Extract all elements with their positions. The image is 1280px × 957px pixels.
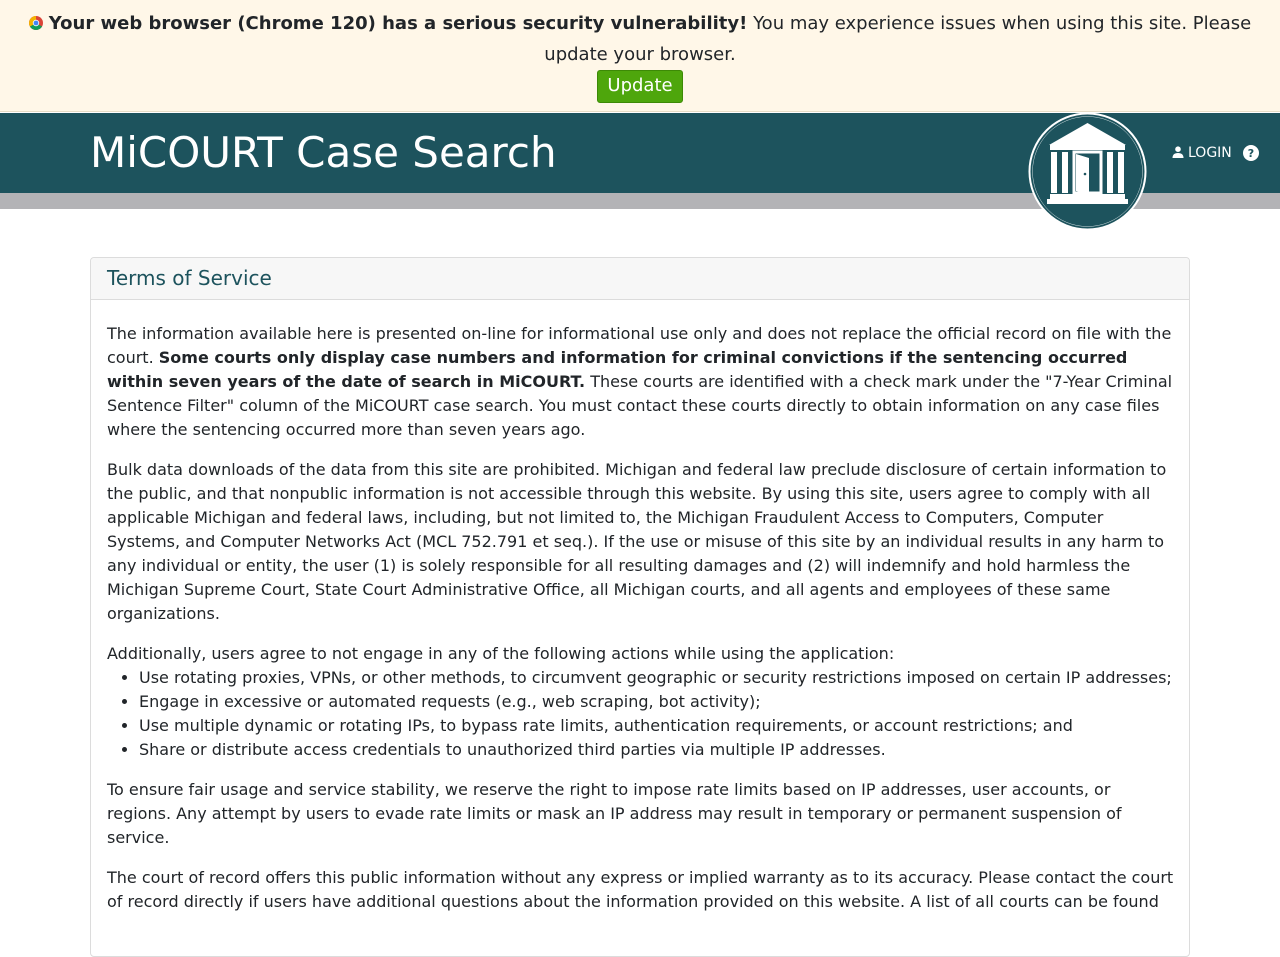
login-link[interactable]: LOGIN bbox=[1172, 143, 1232, 163]
list-item: Use rotating proxies, VPNs, or other met… bbox=[139, 666, 1177, 690]
terms-paragraph-4: To ensure fair usage and service stabili… bbox=[107, 780, 1122, 847]
site-title: MiCOURT Case Search bbox=[90, 128, 557, 177]
svg-text:?: ? bbox=[1248, 147, 1254, 160]
terms-paragraph-5: The court of record offers this public i… bbox=[107, 868, 1174, 911]
terms-card: Terms of Service The information availab… bbox=[90, 257, 1190, 957]
warning-text: You may experience issues when using thi… bbox=[747, 13, 1252, 34]
update-browser-button[interactable]: Update bbox=[597, 70, 683, 103]
terms-title: Terms of Service bbox=[107, 266, 272, 290]
terms-paragraph-2: Bulk data downloads of the data from thi… bbox=[107, 460, 1167, 623]
chrome-icon bbox=[28, 9, 43, 30]
warning-bold-text: Your web browser (Chrome 120) has a seri… bbox=[48, 13, 748, 34]
list-item: Use multiple dynamic or rotating IPs, to… bbox=[139, 714, 1177, 738]
terms-card-header: Terms of Service bbox=[91, 258, 1189, 300]
warning-line-2: update your browser. bbox=[544, 44, 736, 65]
prohibited-actions-list: Use rotating proxies, VPNs, or other met… bbox=[107, 666, 1177, 762]
warning-line-1: Your web browser (Chrome 120) has a seri… bbox=[0, 8, 1280, 39]
user-icon bbox=[1172, 144, 1184, 158]
list-item: Engage in excessive or automated request… bbox=[139, 690, 1177, 714]
list-item: Share or distribute access credentials t… bbox=[139, 738, 1177, 762]
courthouse-logo bbox=[1027, 112, 1148, 231]
terms-paragraph-1: The information available here is presen… bbox=[107, 322, 1177, 442]
browser-warning-banner: Your web browser (Chrome 120) has a seri… bbox=[0, 0, 1280, 112]
terms-paragraph-3-intro: Additionally, users agree to not engage … bbox=[107, 644, 895, 663]
help-icon[interactable]: ? bbox=[1243, 145, 1259, 161]
terms-body: The information available here is presen… bbox=[107, 322, 1177, 930]
login-label: LOGIN bbox=[1188, 145, 1232, 161]
